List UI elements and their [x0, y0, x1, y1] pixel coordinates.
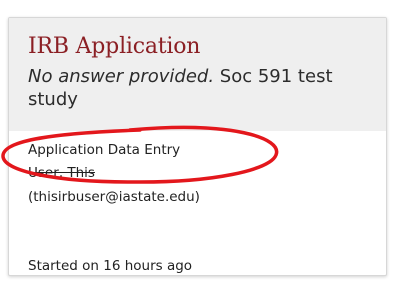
user-name: User, This: [28, 165, 95, 181]
application-card[interactable]: IRB Application No answer provided. Soc …: [8, 17, 387, 276]
no-answer-text: No answer provided.: [28, 66, 215, 87]
user-email: (thisirbuser@iastate.edu): [28, 189, 200, 205]
card-description: No answer provided. Soc 591 test study: [28, 65, 378, 111]
card-title[interactable]: IRB Application: [28, 32, 386, 62]
card-header: IRB Application No answer provided. Soc …: [9, 18, 386, 131]
started-time: Started on 16 hours ago: [28, 258, 193, 274]
status-label: Application Data Entry: [28, 142, 181, 158]
card-body: Application Data Entry User, This (thisi…: [28, 140, 378, 274]
